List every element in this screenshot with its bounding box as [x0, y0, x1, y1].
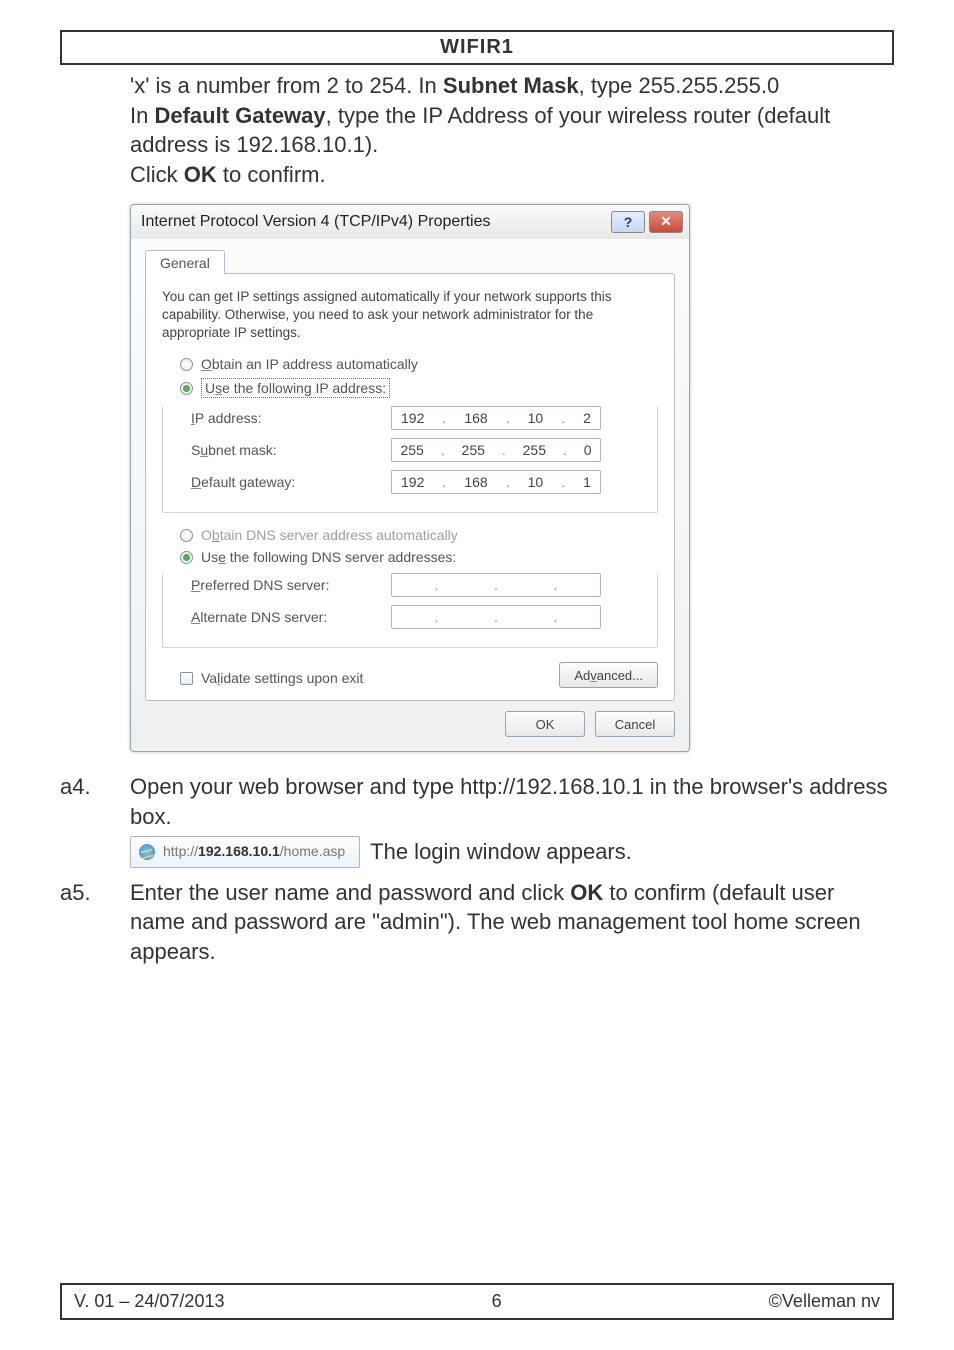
step-a5-num: a5.: [60, 878, 130, 967]
intro-3a: Click: [130, 162, 184, 187]
radio-auto-dns-label: Obtain DNS server address automatically: [201, 527, 458, 543]
radio-manual-ip[interactable]: [180, 382, 193, 395]
ok-button[interactable]: OK: [505, 711, 585, 737]
tab-general[interactable]: General: [145, 250, 225, 274]
addr-bold: 192.168.10.1: [198, 843, 280, 859]
radio-manual-dns[interactable]: [180, 551, 193, 564]
alternate-dns-label: Alternate DNS server:: [191, 609, 391, 625]
footer-center: 6: [492, 1291, 502, 1312]
radio-manual-dns-label: Use the following DNS server addresses:: [201, 549, 456, 565]
intro-1a: 'x' is a number from 2 to 254. In: [130, 73, 443, 98]
page-footer: V. 01 – 24/07/2013 6 ©Velleman nv: [60, 1283, 894, 1320]
subnet-mask-label: Subnet mask:: [191, 442, 391, 458]
browser-address-bar[interactable]: http://192.168.10.1/home.asp: [130, 836, 360, 868]
step-a5-text-b: OK: [570, 880, 603, 905]
step-a4-text: Open your web browser and type http://19…: [130, 772, 894, 831]
radio-auto-ip-label: Obtain an IP address automatically: [201, 356, 418, 372]
step-a5-text-a: Enter the user name and password and cli…: [130, 880, 570, 905]
intro-text: 'x' is a number from 2 to 254. In Subnet…: [130, 71, 884, 190]
help-button[interactable]: ?: [611, 211, 645, 233]
close-button[interactable]: ✕: [649, 211, 683, 233]
login-appears-text: The login window appears.: [370, 837, 632, 867]
preferred-dns-input[interactable]: . . .: [391, 573, 601, 597]
ip-address-label: IP address:: [191, 410, 391, 426]
intro-3b: OK: [184, 162, 217, 187]
intro-1c: , type 255.255.255.0: [579, 73, 780, 98]
radio-auto-ip[interactable]: [180, 358, 193, 371]
header-title: WIFIR1: [60, 30, 894, 65]
tcpip-properties-dialog: Internet Protocol Version 4 (TCP/IPv4) P…: [130, 204, 690, 753]
panel-description: You can get IP settings assigned automat…: [162, 288, 658, 343]
advanced-button[interactable]: Advanced...: [559, 662, 658, 688]
intro-2a: In: [130, 103, 154, 128]
dialog-titlebar: Internet Protocol Version 4 (TCP/IPv4) P…: [131, 205, 689, 239]
intro-3c: to confirm.: [217, 162, 326, 187]
default-gateway-label: Default gateway:: [191, 474, 391, 490]
radio-manual-ip-label: Use the following IP address:: [201, 378, 390, 398]
validate-checkbox[interactable]: [180, 672, 193, 685]
subnet-mask-input[interactable]: 255. 255. 255. 0: [391, 438, 601, 462]
preferred-dns-label: Preferred DNS server:: [191, 577, 391, 593]
footer-left: V. 01 – 24/07/2013: [74, 1291, 224, 1312]
addr-prefix: http://: [163, 843, 198, 859]
alternate-dns-input[interactable]: . . .: [391, 605, 601, 629]
footer-right: ©Velleman nv: [769, 1291, 880, 1312]
ip-address-input[interactable]: 192. 168. 10. 2: [391, 406, 601, 430]
intro-2b: Default Gateway: [154, 103, 325, 128]
default-gateway-input[interactable]: 192. 168. 10. 1: [391, 470, 601, 494]
step-a4-num: a4.: [60, 772, 130, 869]
cancel-button[interactable]: Cancel: [595, 711, 675, 737]
dns-fieldset: Preferred DNS server: . . . Alternate DN…: [162, 573, 658, 648]
dialog-title: Internet Protocol Version 4 (TCP/IPv4) P…: [141, 213, 490, 231]
radio-auto-dns: [180, 529, 193, 542]
ie-icon: [139, 844, 155, 860]
ip-fieldset: IP address: 192. 168. 10. 2 Subnet mask:: [162, 406, 658, 513]
addr-rest: /home.asp: [280, 843, 345, 859]
general-panel: You can get IP settings assigned automat…: [145, 273, 675, 702]
validate-label: Validate settings upon exit: [201, 670, 363, 686]
intro-1b: Subnet Mask: [443, 73, 579, 98]
